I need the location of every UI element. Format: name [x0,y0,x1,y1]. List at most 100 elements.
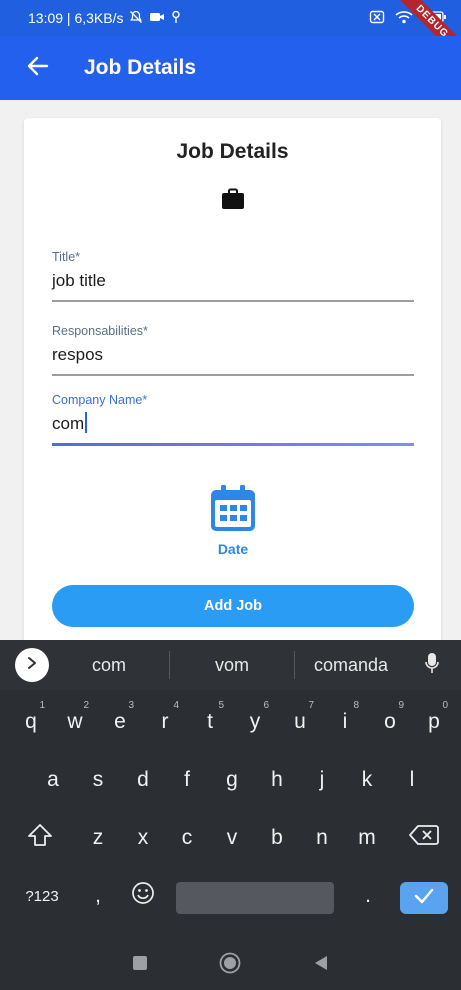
key-r[interactable]: r4 [145,698,185,746]
key-w[interactable]: w2 [55,698,95,746]
backspace-icon [409,824,439,852]
date-picker-button[interactable]: Date [204,484,262,557]
app-bar: Job Details [0,36,461,100]
key-row-4: ?123 , . [0,872,461,930]
key-hint: 4 [173,700,179,711]
company-name-field-label: Company Name* [52,393,148,407]
key-label: p [428,710,440,733]
company-name-input[interactable]: com [52,411,414,437]
status-icons-left [129,10,181,27]
location-icon [171,10,181,27]
status-icons-right [369,10,447,27]
title-field[interactable]: Title* job title [52,250,414,302]
key-b[interactable]: b [257,814,297,862]
key-q[interactable]: q1 [11,698,51,746]
keyboard-expand-button[interactable] [15,648,49,682]
key-g[interactable]: g [212,756,252,804]
enter-key[interactable] [400,882,448,914]
emoji-icon [131,881,155,911]
key-label: q [25,710,37,733]
key-d[interactable]: d [123,756,163,804]
key-s[interactable]: s [78,756,118,804]
emoji-key[interactable] [123,872,163,920]
card-title: Job Details [176,140,289,163]
key-hint: 2 [83,700,89,711]
triangle-back-icon [314,955,328,976]
key-row-1: q1 w2 e3 r4 t5 y6 u7 i8 o9 p0 [0,698,461,756]
company-name-field-underline [52,443,414,446]
key-hint: 7 [308,700,314,711]
add-job-button[interactable]: Add Job [52,585,414,627]
home-button[interactable] [215,950,245,980]
comma-key[interactable]: , [78,872,118,920]
square-icon [133,955,148,975]
date-label: Date [217,541,249,557]
key-label: o [384,710,396,733]
calendar-icon [210,485,256,536]
suggestion-bar: com vom comanda [0,640,461,690]
key-t[interactable]: t5 [190,698,230,746]
battery-icon [423,10,447,26]
key-a[interactable]: a [33,756,73,804]
status-bar: 13:09 | 6,3KB/s DEBUG [0,0,461,66]
back-nav-button[interactable] [306,950,336,980]
key-label: t [207,710,213,733]
key-y[interactable]: y6 [235,698,275,746]
text-cursor [85,412,88,433]
key-label: e [114,710,126,733]
responsibilities-field-label: Responsabilities* [52,324,148,338]
key-label: w [67,710,83,733]
responsibilities-field-underline [52,374,414,376]
key-v[interactable]: v [212,814,252,862]
microphone-icon[interactable] [425,652,439,679]
key-e[interactable]: e3 [100,698,140,746]
soft-keyboard: com vom comanda q1 w2 e3 r4 t5 y6 u7 i8 … [0,640,461,990]
key-h[interactable]: h [257,756,297,804]
key-row-2: a s d f g h j k l [0,756,461,814]
key-hint: 8 [353,700,359,711]
key-f[interactable]: f [167,756,207,804]
bell-off-icon [129,10,143,27]
key-hint: 9 [398,700,404,711]
key-k[interactable]: k [347,756,387,804]
arrow-left-icon [27,56,49,81]
back-button[interactable] [6,36,70,100]
company-name-value: com [52,414,85,433]
key-hint: 1 [39,700,45,711]
key-i[interactable]: i8 [325,698,365,746]
key-o[interactable]: o9 [370,698,410,746]
key-u[interactable]: u7 [280,698,320,746]
backspace-key[interactable] [404,814,444,862]
key-label: y [249,710,261,733]
shift-key[interactable] [20,814,60,862]
key-z[interactable]: z [78,814,118,862]
responsibilities-field[interactable]: Responsabilities* respos [52,324,414,376]
key-x[interactable]: x [123,814,163,862]
key-hint: 6 [263,700,269,711]
suggestion-2[interactable]: vom [170,655,294,676]
home-circle-icon [219,952,241,979]
key-n[interactable]: n [302,814,342,862]
briefcase-icon [221,188,245,215]
key-j[interactable]: j [302,756,342,804]
app-bar-title: Job Details [84,56,197,79]
key-p[interactable]: p0 [414,698,454,746]
key-label: u [294,710,306,733]
space-key[interactable] [176,882,334,914]
wifi-icon [395,10,413,27]
responsibilities-input[interactable]: respos [52,342,414,368]
key-hint: 5 [218,700,224,711]
symbols-key[interactable]: ?123 [16,872,68,920]
title-input[interactable]: job title [52,268,414,294]
job-form-card: Job Details Title* job title Responsabil… [24,118,441,640]
period-key[interactable]: . [348,872,388,920]
key-c[interactable]: c [167,814,207,862]
key-m[interactable]: m [347,814,387,862]
main-content: Job Details Title* job title Responsabil… [0,100,461,640]
recents-button[interactable] [125,950,155,980]
suggestion-1[interactable]: com [49,655,169,676]
key-l[interactable]: l [392,756,432,804]
shift-icon [27,823,53,853]
company-name-field[interactable]: Company Name* com [52,393,414,446]
suggestion-3[interactable]: comanda [295,655,407,676]
